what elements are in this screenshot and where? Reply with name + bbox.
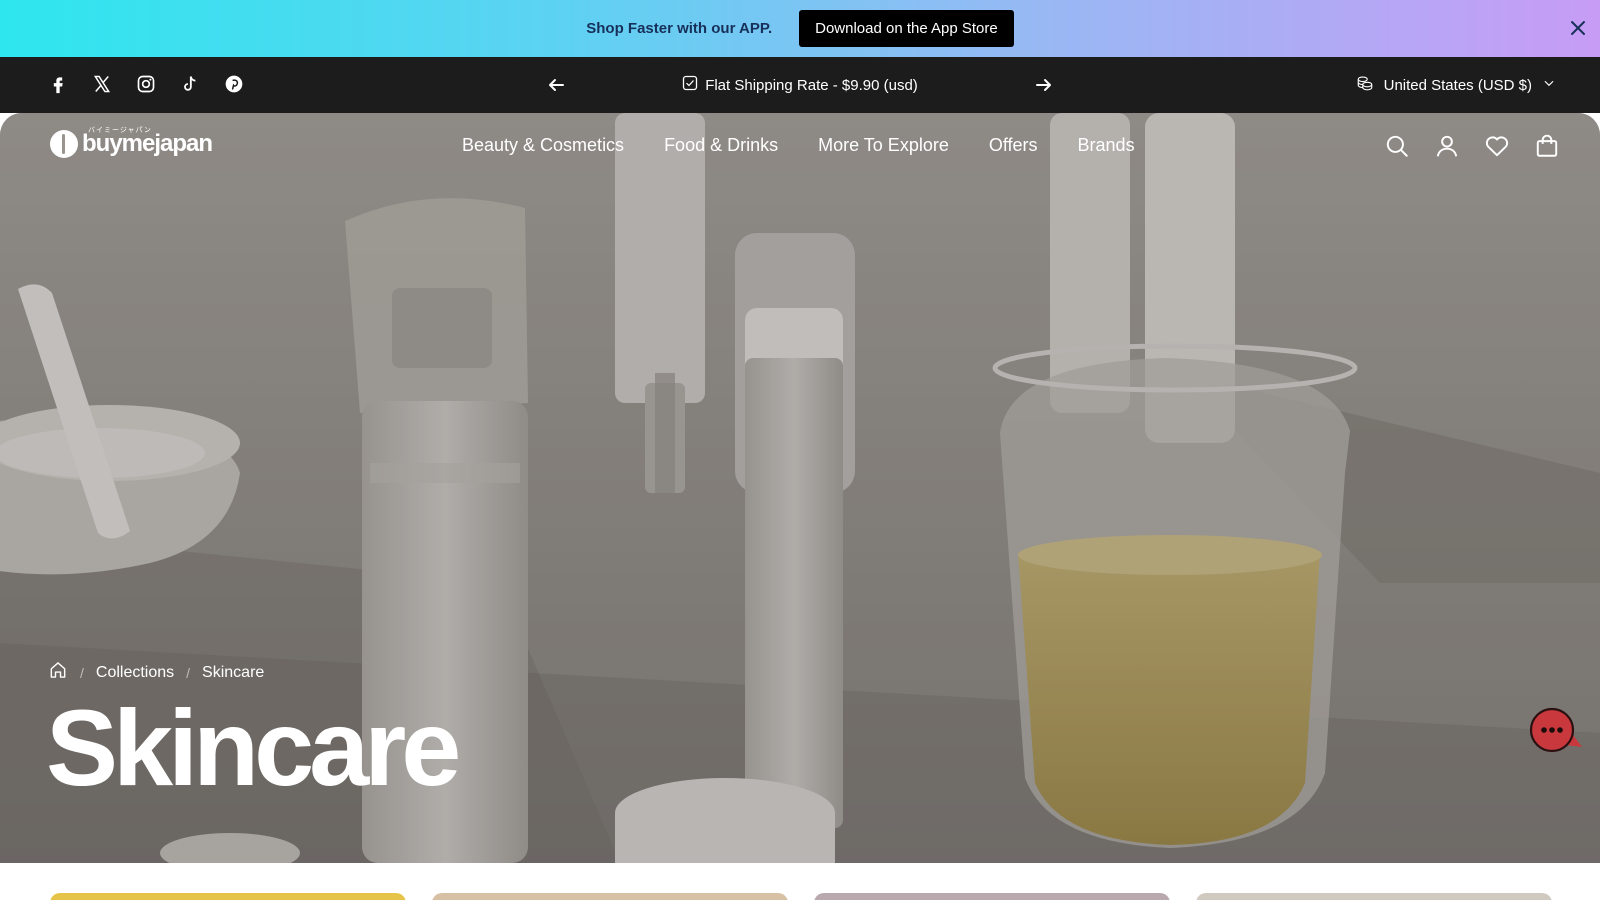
- breadcrumb: / Collections / Skincare: [48, 660, 264, 685]
- collection-card[interactable]: [814, 893, 1170, 900]
- currency-selector[interactable]: United States (USD $): [1356, 57, 1556, 113]
- facebook-icon[interactable]: [46, 72, 70, 96]
- breadcrumb-separator: /: [186, 664, 191, 681]
- collection-card[interactable]: [1196, 893, 1552, 900]
- social-links: [46, 72, 246, 96]
- nav-item-brands[interactable]: Brands: [1078, 135, 1135, 156]
- breadcrumb-separator: /: [80, 664, 84, 681]
- tiktok-icon[interactable]: [178, 72, 202, 96]
- collection-cards: [50, 893, 1552, 900]
- app-store-button[interactable]: Download on the App Store: [799, 10, 1014, 47]
- page-title: Skincare: [46, 687, 461, 808]
- x-icon[interactable]: [90, 72, 114, 96]
- breadcrumb-current: Skincare: [202, 663, 265, 681]
- main-navigation: Beauty & Cosmetics Food & Drinks More To…: [462, 135, 1135, 156]
- search-icon[interactable]: [1382, 131, 1412, 161]
- checkbox-icon: [682, 75, 698, 95]
- brand-logo[interactable]: buymejapan バイミージャパン: [50, 127, 213, 158]
- collection-card[interactable]: [50, 893, 406, 900]
- app-promo-bar: Shop Faster with our APP. Download on th…: [0, 0, 1600, 57]
- arrow-right-icon[interactable]: [1032, 73, 1056, 102]
- utility-bar: Flat Shipping Rate - $9.90 (usd) United …: [0, 57, 1600, 113]
- header-actions: [1382, 131, 1562, 161]
- account-icon[interactable]: [1432, 131, 1462, 161]
- collection-hero: buymejapan バイミージャパン Beauty & Cosmetics F…: [0, 113, 1600, 863]
- site-header: buymejapan バイミージャパン Beauty & Cosmetics F…: [0, 113, 1600, 183]
- logo-tagline: バイミージャパン: [88, 127, 152, 134]
- nav-item-offers[interactable]: Offers: [989, 135, 1038, 156]
- collection-card[interactable]: [432, 893, 788, 900]
- announcement-carousel: Flat Shipping Rate - $9.90 (usd): [540, 57, 1060, 113]
- cart-icon[interactable]: [1532, 131, 1562, 161]
- nav-item-food[interactable]: Food & Drinks: [664, 135, 778, 156]
- breadcrumb-collections[interactable]: Collections: [96, 664, 174, 682]
- announcement-text: Flat Shipping Rate - $9.90 (usd): [705, 76, 918, 94]
- home-icon[interactable]: [48, 660, 68, 685]
- close-icon[interactable]: [1566, 16, 1590, 40]
- nav-item-beauty[interactable]: Beauty & Cosmetics: [462, 135, 624, 156]
- chat-widget-button[interactable]: [1528, 703, 1592, 767]
- chevron-down-icon: [1542, 76, 1556, 94]
- instagram-icon[interactable]: [134, 72, 158, 96]
- pinterest-icon[interactable]: [222, 72, 246, 96]
- coins-icon: [1356, 74, 1374, 96]
- promo-text: Shop Faster with our APP.: [586, 20, 773, 37]
- wishlist-icon[interactable]: [1482, 131, 1512, 161]
- currency-label: United States (USD $): [1383, 76, 1532, 94]
- logo-mark-icon: [50, 130, 78, 158]
- arrow-left-icon[interactable]: [544, 73, 568, 102]
- nav-item-explore[interactable]: More To Explore: [818, 135, 949, 156]
